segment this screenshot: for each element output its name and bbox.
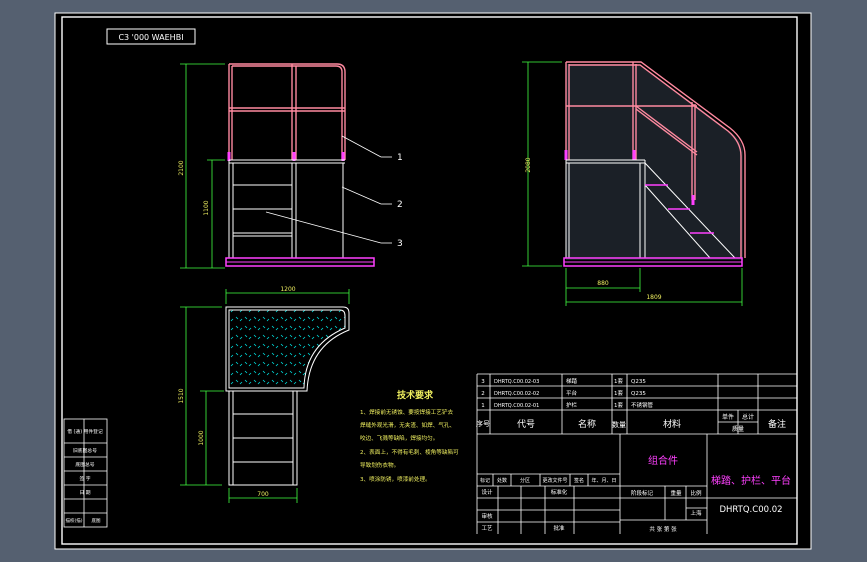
sidebox-item-5: 日 期	[79, 490, 90, 496]
bom-row-3-material: Q235	[631, 379, 646, 385]
bom-row-2-no: 2	[481, 391, 485, 397]
dim-side-total-w: 1809	[646, 294, 661, 301]
drawing-title: 梯踏、护栏、平台	[711, 474, 791, 487]
code-box-text: C3 '000 WAEHBI	[118, 33, 183, 42]
bom-header-material: 材料	[663, 418, 681, 430]
bom-row-3-name: 梯踏	[566, 377, 578, 385]
bom-header-remark: 备注	[768, 418, 786, 430]
dim-side-platform-w: 880	[597, 280, 609, 287]
dim-side-total-h: 2080	[525, 157, 532, 172]
sidebox-item-2: 旧底图总号	[73, 447, 97, 454]
tech-line-3: 咬边、飞溅等缺陷，焊接均匀。	[360, 434, 438, 442]
sidebox-item-7: 底图	[92, 517, 101, 524]
bom-row-3-no: 3	[481, 379, 485, 385]
sidebox-item-1: 借 (通) 用件登记	[67, 428, 103, 435]
upper-label: 上海	[690, 509, 702, 517]
dim-front-stair-h: 1100	[203, 200, 210, 215]
bom-header-unit: 单件	[722, 413, 734, 421]
bom-header-qty: 数量	[612, 420, 626, 429]
bom-row-3-qty: 1套	[614, 377, 623, 385]
bom-header-no: 序号	[476, 419, 490, 428]
role-design: 设计	[481, 488, 493, 496]
balloon-1: 1	[397, 153, 403, 163]
balloon-2: 2	[397, 200, 403, 210]
bom-row-2-name: 平台	[566, 389, 578, 397]
scale-label: 比例	[690, 489, 702, 497]
dim-plan-bottom-w: 700	[257, 491, 269, 498]
tech-line-2: 焊缝外观光滑，无夹渣、如焊、气孔、	[360, 421, 455, 429]
bom-header-mass: 质量	[732, 425, 744, 433]
bom-row-1-code: DHRTQ.C00.02-01	[494, 403, 539, 409]
role-std: 标准化	[551, 488, 568, 496]
bom-row-2-qty: 1套	[614, 389, 623, 397]
rev-label-count: 处数	[497, 477, 507, 484]
bom-header-total: 总计	[742, 413, 754, 421]
role-approve: 批准	[553, 524, 565, 532]
weight-label: 重量	[670, 489, 682, 497]
drawing-number: DHRTQ.C00.02	[719, 505, 782, 515]
bom-row-1-material: 不锈钢管	[631, 401, 654, 409]
sidebox-item-6: 描校(描)	[65, 517, 82, 524]
bom-header-name: 名称	[578, 418, 596, 430]
rev-label-date: 年、月、日	[591, 477, 616, 484]
sheets-of: 共 张 第 张	[649, 525, 677, 533]
role-check: 审核	[481, 512, 493, 520]
rev-label-zone: 分区	[520, 477, 530, 484]
dim-front-total-h: 2100	[178, 160, 185, 175]
bom-row-3-code: DHRTQ.C00.02-03	[494, 379, 539, 385]
bom-row-1-name: 护栏	[566, 401, 578, 409]
balloon-3: 3	[397, 239, 403, 249]
tech-title: 技术要求	[397, 389, 434, 401]
tech-line-5: 导致划伤衣物。	[360, 461, 399, 469]
tech-line-6: 3、喷涂防锈，喷漆前处理。	[360, 475, 431, 483]
bom-row-1-qty: 1套	[614, 401, 623, 409]
tech-line-4: 2、表面上，不得有毛刺、棱角等缺陷可	[360, 448, 459, 456]
rev-label-doc: 更改文件号	[542, 477, 567, 484]
dim-plan-stair-h: 1000	[198, 430, 205, 445]
dim-plan-top-w: 1200	[280, 286, 295, 293]
rev-label-sign: 签名	[574, 477, 584, 484]
stage-label: 阶段标记	[631, 489, 654, 497]
bom-row-2-code: DHRTQ.C00.02-02	[494, 391, 539, 397]
bom-row-2-material: Q235	[631, 391, 646, 397]
sheet-border	[54, 12, 812, 550]
cad-drawing-sheet: C3 '000 WAEHBI 2100 1100 1 2 3 2080 880 …	[54, 12, 812, 550]
dim-plan-total-h: 1510	[178, 388, 185, 403]
bom-header-code: 代号	[517, 419, 535, 430]
assembly-label: 组合件	[648, 454, 678, 467]
sidebox-item-4: 签 字	[79, 475, 90, 482]
tech-line-1: 1、焊接前无锈蚀、要按焊接工艺铲去	[360, 408, 453, 416]
rev-label-mark: 标记	[480, 477, 490, 484]
bom-row-1-no: 1	[481, 403, 485, 409]
role-process: 工艺	[481, 525, 493, 532]
sidebox-item-3: 底图总号	[75, 461, 94, 468]
